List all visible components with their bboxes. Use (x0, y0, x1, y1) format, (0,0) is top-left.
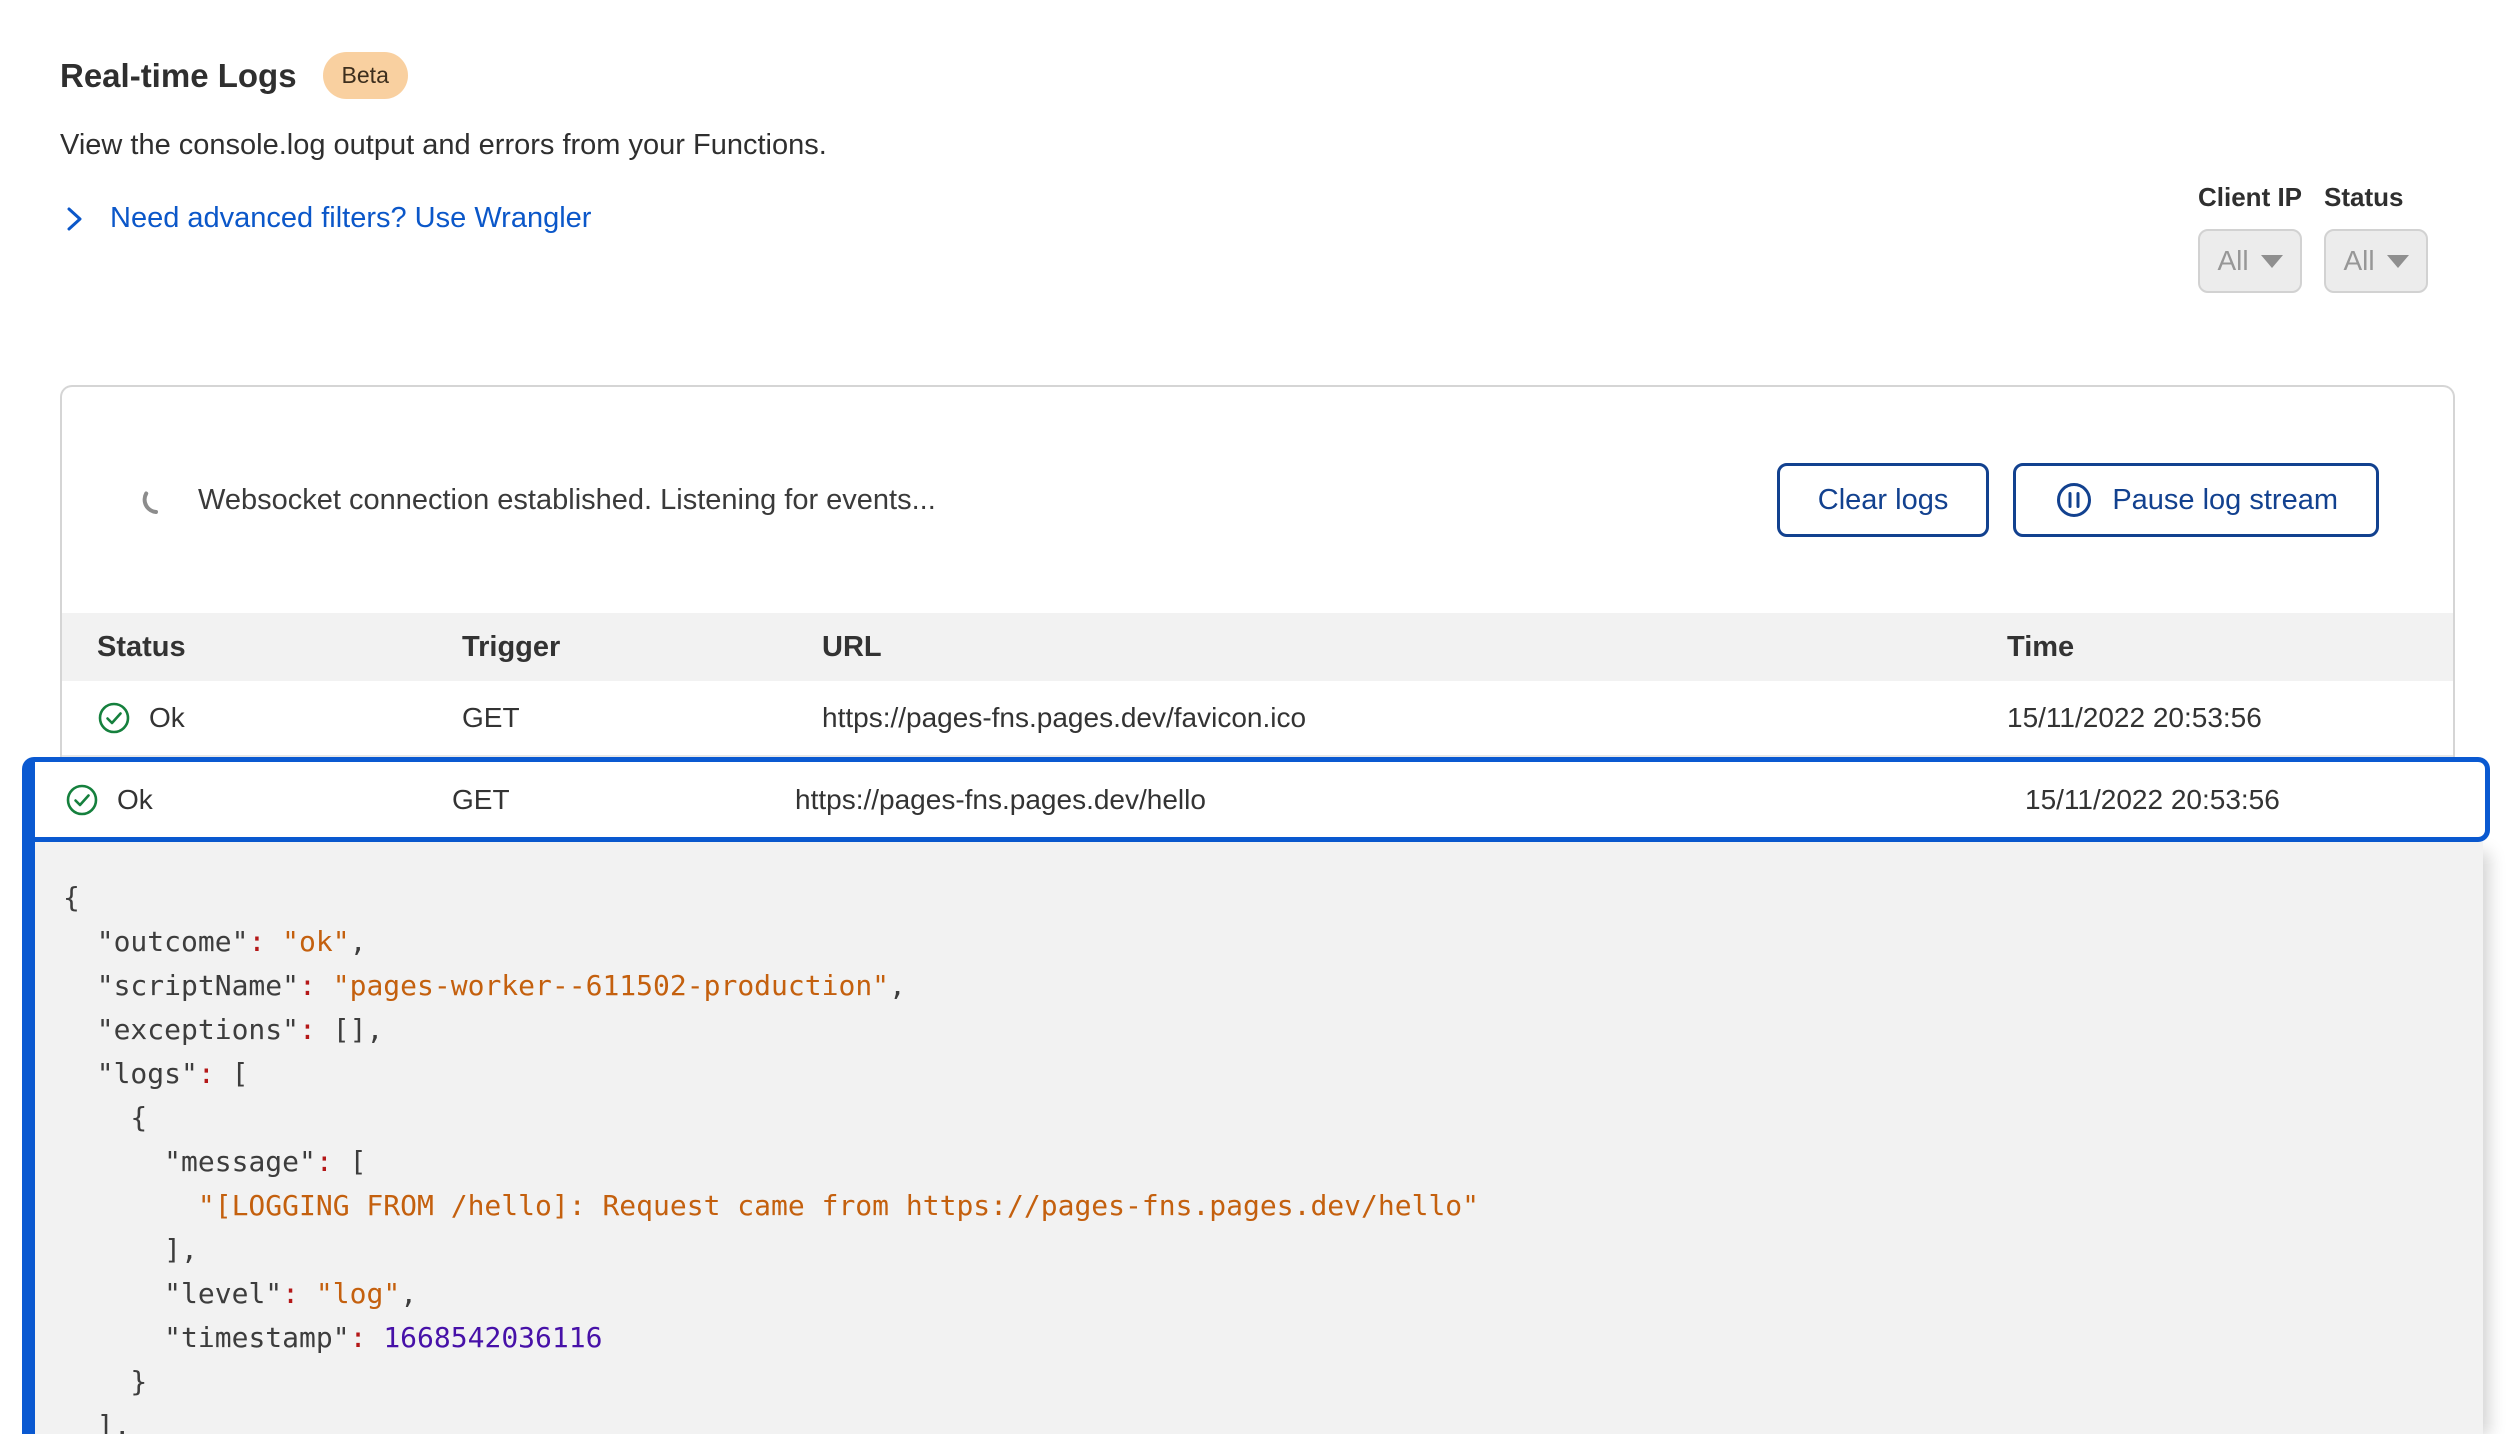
spinner-icon (142, 485, 172, 515)
cell-url: https://pages-fns.pages.dev/hello (795, 784, 2025, 816)
pause-icon (2054, 480, 2094, 520)
websocket-status: Websocket connection established. Listen… (142, 484, 936, 517)
log-detail-json: { "outcome": "ok", "scriptName": "pages-… (35, 842, 2483, 1434)
status-value: Ok (117, 784, 153, 816)
clear-logs-button[interactable]: Clear logs (1777, 463, 1990, 537)
filters: Client IP All Status All (2198, 182, 2428, 293)
cell-time: 15/11/2022 20:53:56 (2007, 702, 2453, 734)
json-code-line: ], (63, 1404, 2453, 1434)
client-ip-filter-label: Client IP (2198, 182, 2302, 213)
check-circle-icon (65, 783, 99, 817)
log-table-header: Status Trigger URL Time (62, 613, 2453, 681)
json-code-line: "exceptions": [], (63, 1008, 2453, 1052)
column-header-time: Time (2007, 631, 2453, 664)
json-code-line: ], (63, 1228, 2453, 1272)
page-title: Real-time Logs (60, 57, 297, 95)
title-row: Real-time Logs Beta (60, 52, 827, 99)
status-filter-label: Status (2324, 182, 2428, 213)
panel-toolbar: Websocket connection established. Listen… (62, 387, 2453, 613)
column-header-trigger: Trigger (462, 631, 822, 664)
pause-log-stream-button[interactable]: Pause log stream (2013, 463, 2379, 537)
wrangler-link[interactable]: Need advanced filters? Use Wrangler (60, 202, 591, 235)
caret-down-icon (2261, 255, 2283, 268)
client-ip-filter-dropdown[interactable]: All (2198, 229, 2302, 293)
cell-trigger: GET (462, 702, 822, 734)
json-code-line: "message": [ (63, 1140, 2453, 1184)
page-description: View the console.log output and errors f… (60, 129, 827, 162)
json-code-line: "scriptName": "pages-worker--611502-prod… (63, 964, 2453, 1008)
expanded-log-entry: Ok GET https://pages-fns.pages.dev/hello… (22, 757, 2490, 1434)
check-circle-icon (97, 701, 131, 735)
json-code-line: "logs": [ (63, 1052, 2453, 1096)
cell-url: https://pages-fns.pages.dev/favicon.ico (822, 702, 2007, 734)
cell-status: Ok (97, 701, 462, 735)
client-ip-filter-value: All (2217, 245, 2248, 277)
json-code-line: "[LOGGING FROM /hello]: Request came fro… (63, 1184, 2453, 1228)
chevron-right-icon (60, 205, 88, 233)
log-panel: Websocket connection established. Listen… (60, 385, 2455, 757)
beta-badge: Beta (323, 52, 408, 99)
page-header: Real-time Logs Beta View the console.log… (60, 52, 827, 235)
pause-log-stream-label: Pause log stream (2112, 484, 2338, 517)
clear-logs-label: Clear logs (1818, 484, 1949, 517)
status-filter-dropdown[interactable]: All (2324, 229, 2428, 293)
column-header-status: Status (97, 631, 462, 664)
log-table-row[interactable]: Ok GET https://pages-fns.pages.dev/favic… (62, 681, 2453, 757)
status-filter-group: Status All (2324, 182, 2428, 293)
json-code-line: "level": "log", (63, 1272, 2453, 1316)
wrangler-link-label: Need advanced filters? Use Wrangler (110, 202, 591, 235)
cell-time: 15/11/2022 20:53:56 (2025, 784, 2485, 816)
toolbar-buttons: Clear logs Pause log stream (1777, 463, 2379, 537)
status-filter-value: All (2343, 245, 2374, 277)
json-code-line: { (63, 876, 2453, 920)
expanded-log-row[interactable]: Ok GET https://pages-fns.pages.dev/hello… (35, 757, 2490, 842)
cell-trigger: GET (452, 784, 795, 816)
client-ip-filter-group: Client IP All (2198, 182, 2302, 293)
cell-status: Ok (65, 783, 452, 817)
websocket-status-message: Websocket connection established. Listen… (198, 484, 936, 517)
json-code-line: { (63, 1096, 2453, 1140)
column-header-url: URL (822, 631, 2007, 664)
status-value: Ok (149, 702, 185, 734)
json-code-line: "outcome": "ok", (63, 920, 2453, 964)
json-code-line: "timestamp": 1668542036116 (63, 1316, 2453, 1360)
caret-down-icon (2387, 255, 2409, 268)
json-code-line: } (63, 1360, 2453, 1404)
